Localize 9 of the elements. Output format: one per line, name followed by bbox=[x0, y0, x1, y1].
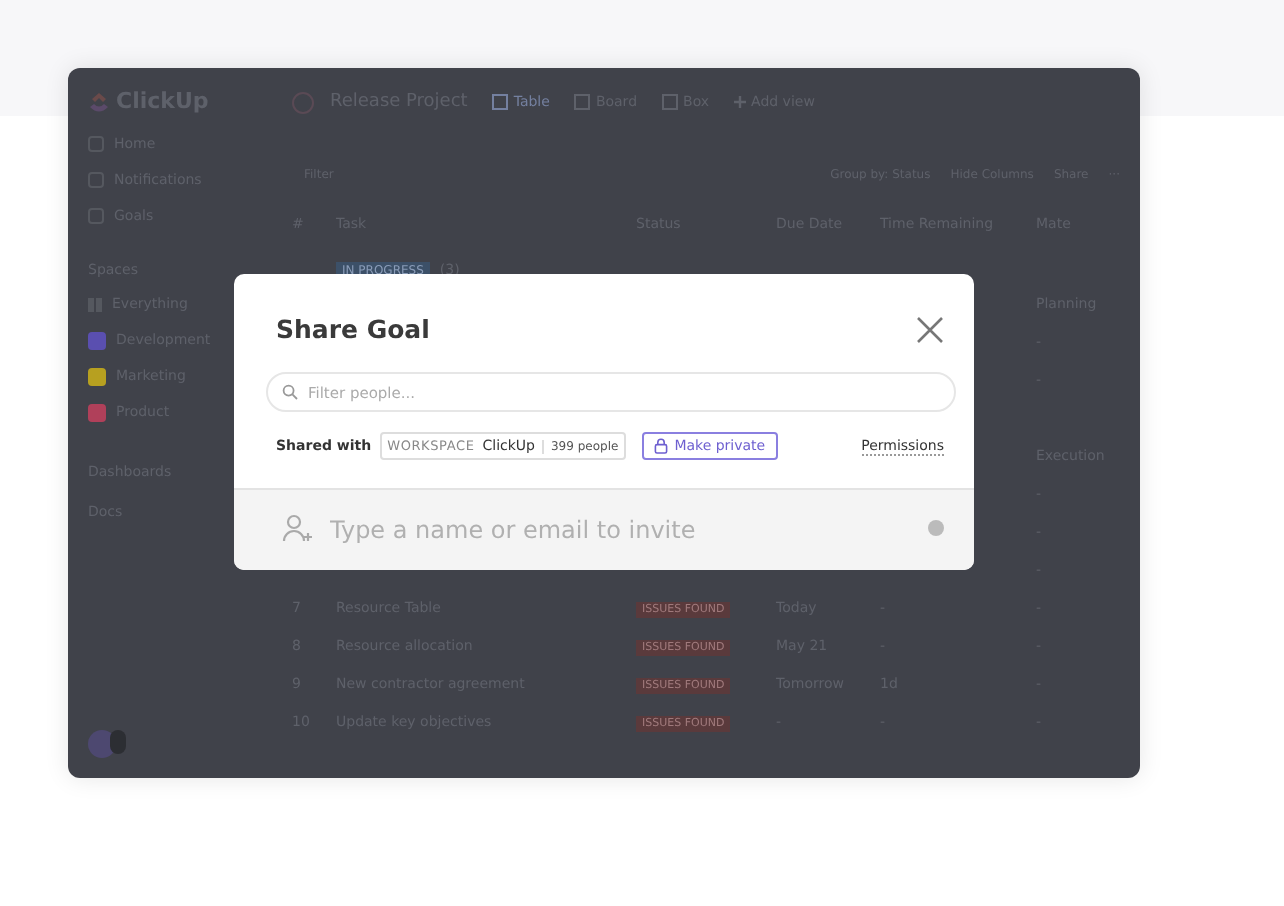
close-icon[interactable] bbox=[916, 315, 944, 343]
search-icon bbox=[282, 384, 298, 400]
logo-icon bbox=[88, 89, 110, 113]
add-person-icon bbox=[282, 514, 314, 544]
dialog-title: Share Goal bbox=[276, 314, 430, 344]
plus-icon bbox=[733, 96, 746, 108]
invite-field[interactable]: Type a name or email to invite bbox=[234, 488, 974, 570]
lock-icon bbox=[654, 438, 669, 454]
project-icon bbox=[292, 91, 314, 113]
